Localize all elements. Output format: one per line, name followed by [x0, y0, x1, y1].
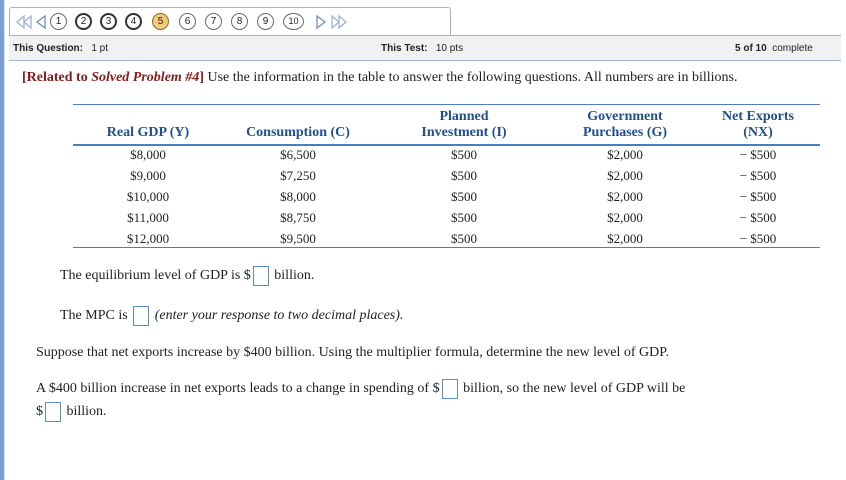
table-cell: $500: [451, 210, 477, 225]
question-navigator: 1 2 3 4 5 6 7 8 9 10: [9, 7, 451, 36]
q4-text-after: billion, so the new level of GDP will be: [463, 381, 686, 397]
equilibrium-gdp-input[interactable]: [252, 266, 269, 286]
header-planned-investment: Planned Investment (I): [421, 109, 507, 140]
table-cell: $500: [451, 147, 477, 162]
table-cell: − $500: [739, 231, 777, 246]
header-government-purchases: Government Purchases (G): [582, 109, 668, 140]
progress-status: 5 of 10 complete: [735, 43, 813, 54]
table-cell: − $500: [739, 189, 777, 204]
mpc-input[interactable]: [133, 306, 150, 326]
q5-currency: $: [36, 404, 43, 420]
nav-page-3[interactable]: 3: [100, 13, 117, 30]
table-cell: − $500: [739, 147, 777, 162]
question-intro: [Related to Solved Problem #4] Use the i…: [22, 70, 737, 86]
table-cell: − $500: [739, 168, 777, 183]
question-new-gdp: $ billion.: [36, 402, 107, 422]
table-cell: $500: [451, 231, 477, 246]
last-page-icon[interactable]: [331, 14, 347, 30]
table-header-rule: [73, 144, 820, 146]
question-net-exports-prompt: Suppose that net exports increase by $40…: [36, 345, 669, 360]
header-net-exports: Net Exports (NX): [722, 109, 794, 140]
first-page-icon[interactable]: [16, 14, 32, 30]
table-cell: $2,000: [607, 210, 643, 225]
table-cell: $11,000: [127, 210, 169, 225]
next-page-icon[interactable]: [313, 14, 329, 30]
table-cell: $500: [451, 189, 477, 204]
intro-text: Use the information in the table to answ…: [207, 70, 738, 85]
previous-page-icon[interactable]: [33, 14, 49, 30]
nav-page-7[interactable]: 7: [205, 13, 222, 30]
table-cell: $8,000: [130, 147, 166, 162]
new-gdp-input[interactable]: [45, 402, 61, 422]
header-consumption: Consumption (C): [246, 125, 350, 140]
table-cell: $9,500: [280, 231, 316, 246]
nav-page-5-current[interactable]: 5: [152, 13, 169, 30]
nav-page-1[interactable]: 1: [50, 13, 67, 30]
nav-page-2[interactable]: 2: [75, 13, 92, 30]
nav-page-10[interactable]: 10: [283, 13, 304, 30]
q4-text: A $400 billion increase in net exports l…: [36, 381, 440, 397]
q2-text: The MPC is: [60, 308, 128, 324]
table-cell: $10,000: [126, 189, 170, 204]
table-cell: $6,500: [280, 147, 316, 162]
table-cell: $8,000: [280, 189, 316, 204]
q1-unit: billion.: [274, 268, 315, 284]
table-cell: $2,000: [607, 189, 643, 204]
q5-unit: billion.: [66, 404, 107, 420]
table-cell: $2,000: [607, 147, 643, 162]
question-points: This Question: 1 pt: [13, 43, 109, 54]
table-bottom-rule: [73, 247, 820, 248]
nav-page-8[interactable]: 8: [231, 13, 248, 30]
header-real-gdp: Real GDP (Y): [106, 125, 190, 140]
question-equilibrium-gdp: The equilibrium level of GDP is $ billio…: [60, 266, 314, 286]
table-cell: − $500: [739, 210, 777, 225]
test-points: This Test: 10 pts: [381, 43, 464, 54]
table-cell: $9,000: [130, 168, 166, 183]
info-bar: This Question: 1 pt This Test: 10 pts 5 …: [9, 35, 841, 61]
left-border-shade: [4, 0, 5, 480]
question-spending-change: A $400 billion increase in net exports l…: [36, 379, 685, 399]
related-reference: [Related to Solved Problem #4]: [22, 70, 204, 85]
table-cell: $7,250: [280, 168, 316, 183]
q2-hint: (enter your response to two decimal plac…: [154, 308, 404, 324]
spending-change-input[interactable]: [441, 379, 458, 399]
nav-page-6[interactable]: 6: [179, 13, 196, 30]
table-cell: $2,000: [607, 168, 643, 183]
table-cell: $2,000: [607, 231, 643, 246]
table-top-rule: [73, 104, 820, 105]
table-cell: $12,000: [126, 231, 170, 246]
nav-page-4[interactable]: 4: [125, 13, 142, 30]
q1-text: The equilibrium level of GDP is $: [60, 268, 251, 284]
nav-page-9[interactable]: 9: [257, 13, 274, 30]
table-cell: $500: [451, 168, 477, 183]
table-cell: $8,750: [280, 210, 316, 225]
question-mpc: The MPC is (enter your response to two d…: [60, 306, 403, 326]
